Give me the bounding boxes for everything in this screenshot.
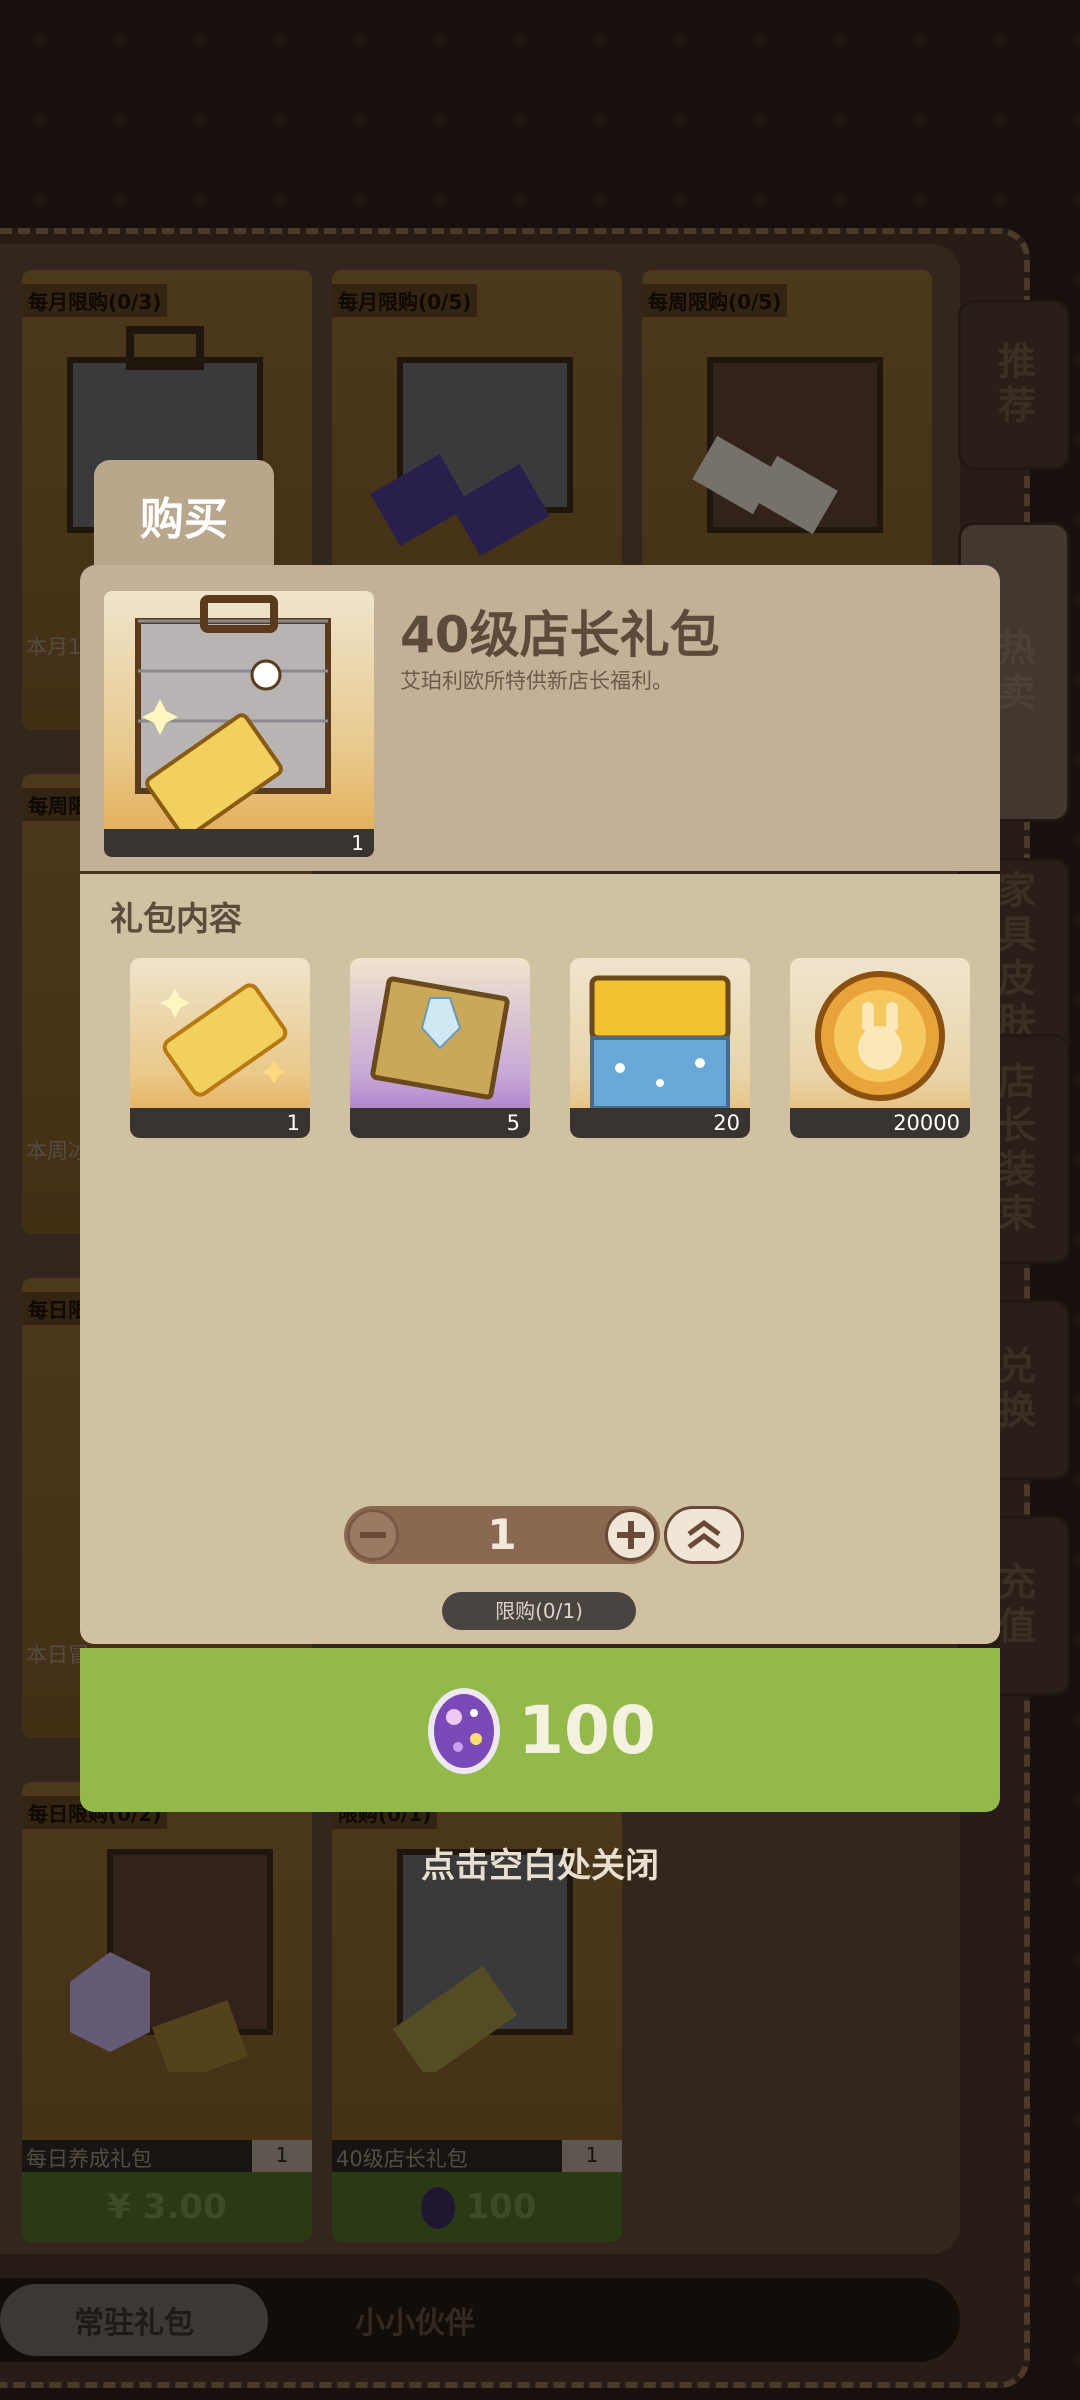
pack-title: 40级店长礼包 — [400, 606, 720, 664]
plus-button[interactable] — [605, 1509, 657, 1561]
max-quantity-button[interactable] — [664, 1506, 744, 1564]
item-qty: 5 — [350, 1108, 530, 1138]
pack-item[interactable]: 1 — [130, 958, 310, 1138]
golden-ticket-icon — [160, 983, 288, 1097]
pack-header: 1 40级店长礼包 艾珀利欧所特供新店长福利。 — [80, 565, 1000, 871]
pack-item[interactable]: 20000 — [790, 958, 970, 1138]
suitcase-with-ticket-icon — [135, 595, 331, 839]
purchase-limit: 限购(0/1) — [442, 1592, 636, 1630]
item-qty: 20 — [570, 1108, 750, 1138]
blue-potion-jar-icon — [589, 975, 731, 1110]
crystal-book-icon — [370, 976, 510, 1100]
pack-contents-panel: 礼包内容 1 5 20 20000 1 限购(0/1) — [80, 874, 1000, 1644]
pack-item[interactable]: 20 — [570, 958, 750, 1138]
buy-price: 100 — [518, 1691, 656, 1769]
pack-description: 艾珀利欧所特供新店长福利。 — [400, 669, 673, 693]
contents-label: 礼包内容 — [110, 899, 242, 938]
double-chevron-up-icon — [687, 1520, 721, 1550]
purple-gem-egg-icon — [428, 1688, 501, 1774]
buy-tab-label: 购买 — [94, 460, 274, 570]
minus-icon — [360, 1532, 386, 1538]
buy-button[interactable]: 100 — [80, 1648, 1000, 1812]
tap-to-close-hint: 点击空白处关闭 — [421, 1846, 659, 1886]
pack-qty: 1 — [104, 829, 374, 857]
minus-button[interactable] — [347, 1509, 399, 1561]
bunny-coin-icon — [815, 971, 945, 1101]
item-qty: 20000 — [790, 1108, 970, 1138]
pack-main-icon: 1 — [104, 591, 374, 857]
quantity-stepper: 1 — [344, 1506, 660, 1564]
pack-item[interactable]: 5 — [350, 958, 530, 1138]
item-qty: 1 — [130, 1108, 310, 1138]
plus-icon — [617, 1521, 645, 1549]
quantity-value: 1 — [487, 1510, 517, 1559]
